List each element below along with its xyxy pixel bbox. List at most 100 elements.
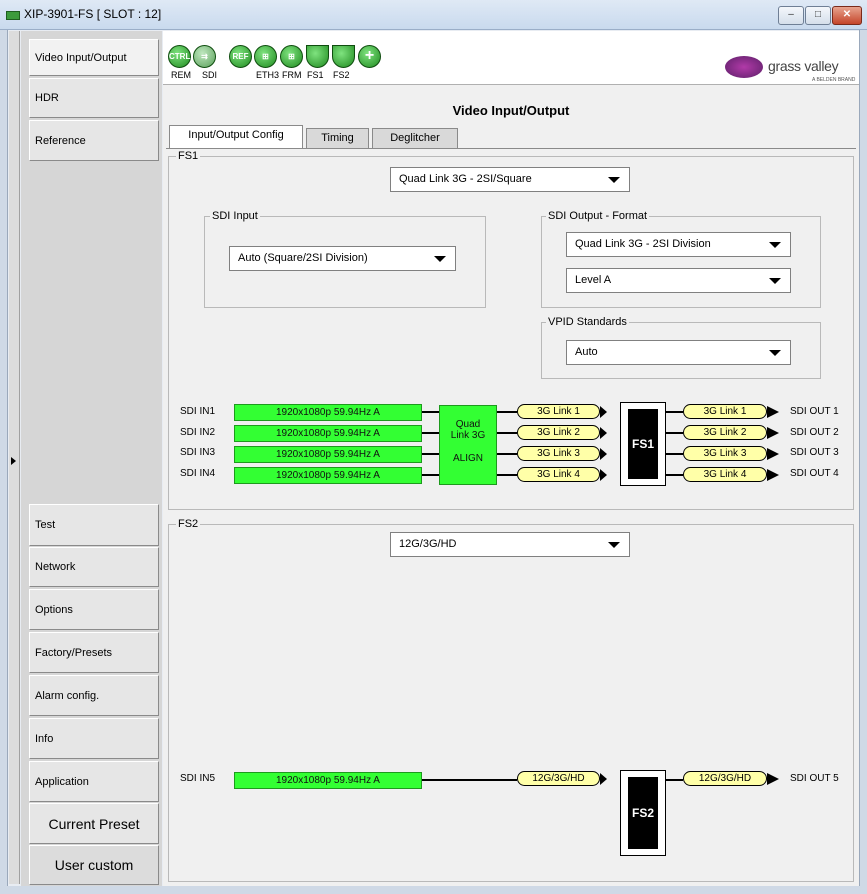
connector-line: [422, 411, 439, 413]
sdi-in3-signal: 1920x1080p 59.94Hz A: [234, 446, 422, 463]
fs1-out-link-3: 3G Link 3: [683, 446, 767, 461]
nav-test[interactable]: Test: [29, 504, 159, 546]
nav-current-preset[interactable]: Current Preset: [29, 803, 159, 844]
fs1-in-link-2: 3G Link 2: [517, 425, 600, 440]
arrow-right-icon: [600, 406, 607, 418]
nav-factory-presets[interactable]: Factory/Presets: [29, 632, 159, 673]
nav-label: Current Preset: [48, 815, 140, 832]
connector-line: [497, 474, 517, 476]
fs1-mode-value: Quad Link 3G - 2SI/Square: [399, 173, 532, 185]
connector-line: [422, 453, 439, 455]
nav-video-input-output[interactable]: Video Input/Output: [29, 39, 159, 76]
fs1-in-link-3: 3G Link 3: [517, 446, 600, 461]
quad-line3: ALIGN: [452, 453, 483, 464]
sdi-output-level-value: Level A: [575, 274, 612, 286]
nav-label: Network: [35, 561, 76, 573]
fs1-block-label: FS1: [628, 409, 658, 479]
nav-hdr[interactable]: HDR: [29, 78, 159, 118]
nav-label: Info: [35, 732, 54, 745]
add-icon[interactable]: +: [358, 45, 381, 68]
fs2-in-link: 12G/3G/HD: [517, 771, 600, 786]
connector-line: [422, 474, 439, 476]
fs2-icon[interactable]: [332, 45, 355, 68]
fs2-mode-value: 12G/3G/HD: [399, 538, 457, 550]
quad-line1: Quad: [455, 419, 481, 430]
arrow-right-icon: [600, 427, 607, 439]
sdi-in1-label: SDI IN1: [180, 406, 216, 417]
fs2-mode-dropdown[interactable]: 12G/3G/HD: [390, 532, 630, 557]
connector-line: [666, 432, 683, 434]
nav-reference[interactable]: Reference: [29, 120, 159, 161]
connector-line: [666, 411, 683, 413]
vpid-dropdown[interactable]: Auto: [566, 340, 791, 365]
sdi-out4-label: SDI OUT 4: [790, 468, 839, 479]
fs2-label: FS2: [333, 70, 350, 80]
chevron-down-icon: [769, 242, 781, 248]
connector-line: [666, 474, 683, 476]
connector-line: [422, 432, 439, 434]
chevron-down-icon: [608, 542, 620, 548]
fs1-in-link-4: 3G Link 4: [517, 467, 600, 482]
eth3-label: ETH3: [256, 70, 280, 80]
arrow-right-icon: [767, 427, 779, 439]
sdi-in2-label: SDI IN2: [180, 427, 216, 438]
chevron-down-icon: [769, 278, 781, 284]
ctrl-icon[interactable]: CTRL: [168, 45, 191, 68]
nav-alarm-config[interactable]: Alarm config.: [29, 675, 159, 716]
fs1-label: FS1: [307, 70, 324, 80]
fs1-icon[interactable]: [306, 45, 329, 68]
sdi-label: SDI: [202, 70, 218, 80]
sdi-icon[interactable]: ⇉: [193, 45, 216, 68]
fs1-out-link-4: 3G Link 4: [683, 467, 767, 482]
nav-label: Application: [35, 775, 89, 788]
nav-application[interactable]: Application: [29, 761, 159, 802]
close-button[interactable]: ✕: [832, 6, 862, 25]
window-title: XIP-3901-FS [ SLOT : 12]: [24, 7, 162, 21]
sdi-input-dropdown[interactable]: Auto (Square/2SI Division): [229, 246, 456, 271]
arrow-right-icon: [600, 448, 607, 460]
connector-line: [497, 453, 517, 455]
connector-line: [666, 453, 683, 455]
sdi-out3-label: SDI OUT 3: [790, 447, 839, 458]
tab-deglitcher[interactable]: Deglitcher: [372, 128, 458, 149]
tab-divider: [166, 148, 856, 149]
arrow-right-icon: [600, 469, 607, 481]
sdi-in5-label: SDI IN5: [180, 773, 216, 784]
fs1-group-label: FS1: [176, 150, 201, 162]
frm-icon[interactable]: ⊞: [280, 45, 303, 68]
eth-icon[interactable]: ⊞: [254, 45, 277, 68]
sdi-output-format-value: Quad Link 3G - 2SI Division: [575, 238, 711, 250]
chevron-down-icon: [608, 177, 620, 183]
sdi-output-level-dropdown[interactable]: Level A: [566, 268, 791, 293]
tab-input-output-config[interactable]: Input/Output Config: [169, 125, 303, 149]
sdi-out1-label: SDI OUT 1: [790, 406, 839, 417]
sdi-output-format-group: [541, 216, 821, 308]
maximize-button[interactable]: □: [805, 6, 831, 25]
sdi-input-value: Auto (Square/2SI Division): [238, 252, 368, 264]
nav-label: Video Input/Output: [35, 51, 127, 64]
minimize-button[interactable]: –: [778, 6, 804, 25]
logo-subtitle: A BELDEN BRAND: [812, 77, 856, 83]
vpid-label: VPID Standards: [546, 316, 629, 328]
window-border-right: [859, 30, 867, 894]
nav-user-custom[interactable]: User custom: [29, 845, 159, 885]
arrow-right-icon: [767, 448, 779, 460]
rem-label: REM: [171, 70, 191, 80]
nav-label: Test: [35, 519, 56, 531]
vpid-value: Auto: [575, 346, 598, 358]
sdi-output-format-dropdown[interactable]: Quad Link 3G - 2SI Division: [566, 232, 791, 257]
fs1-mode-dropdown[interactable]: Quad Link 3G - 2SI/Square: [390, 167, 630, 192]
nav-options[interactable]: Options: [29, 589, 159, 630]
connector-line: [666, 779, 683, 781]
page-title: Video Input/Output: [452, 103, 570, 118]
nav-info[interactable]: Info: [29, 718, 159, 759]
chevron-down-icon: [434, 256, 446, 262]
tab-timing[interactable]: Timing: [306, 128, 369, 149]
expand-arrow-icon[interactable]: [11, 457, 16, 465]
nav-network[interactable]: Network: [29, 547, 159, 587]
fs2-block-label: FS2: [628, 777, 658, 849]
fs1-out-link-1: 3G Link 1: [683, 404, 767, 419]
grass-valley-logo-icon: [725, 56, 763, 78]
sdi-out2-label: SDI OUT 2: [790, 427, 839, 438]
ref-icon[interactable]: REF: [229, 45, 252, 68]
